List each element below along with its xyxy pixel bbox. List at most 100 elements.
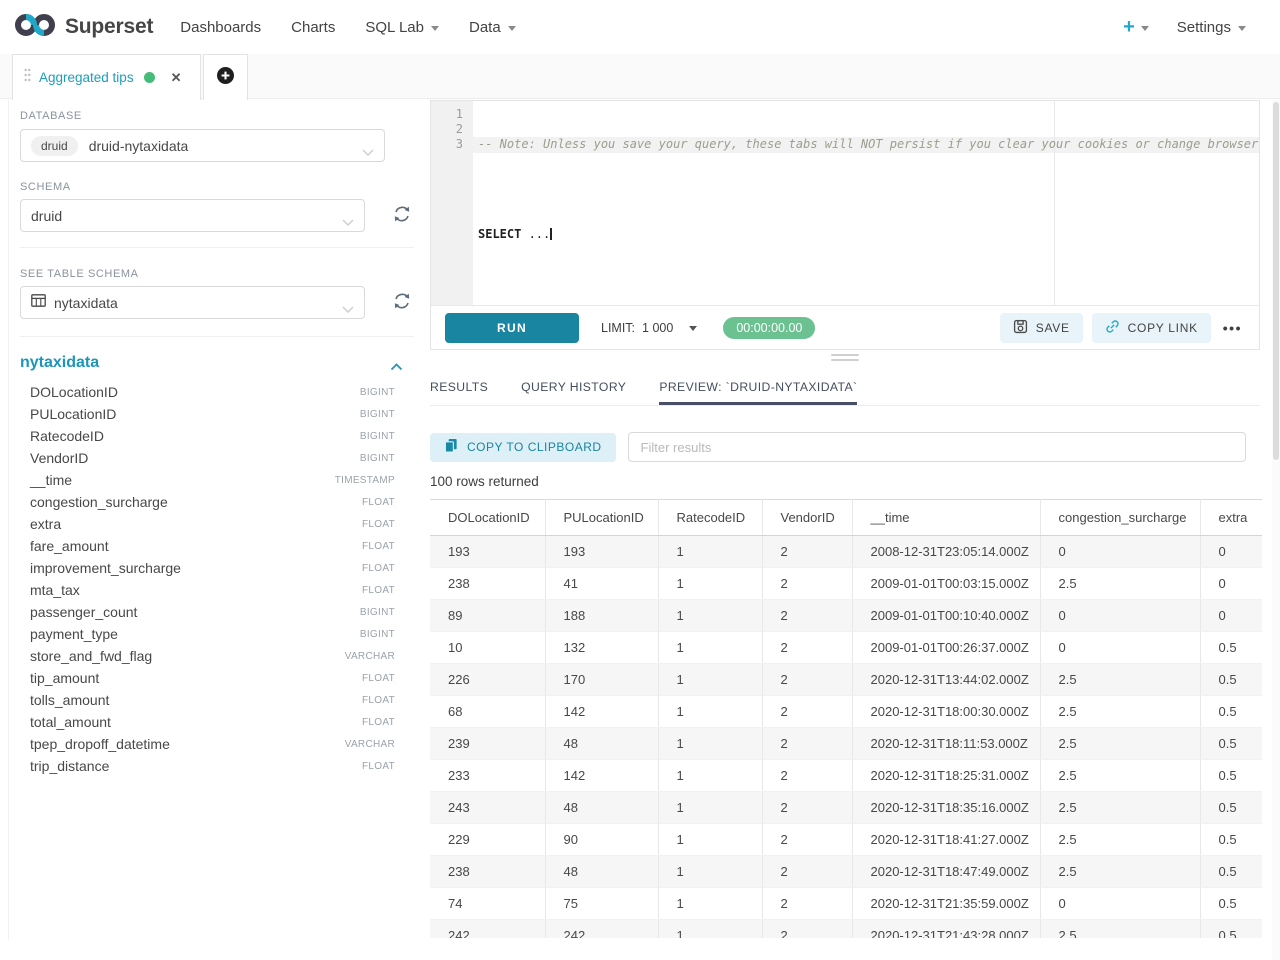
table-column-row[interactable]: store_and_fwd_flag VARCHAR [20,645,395,667]
table-cell: 239 [430,728,545,760]
column-header-cell[interactable]: congestion_surcharge [1040,500,1200,536]
table-column-row[interactable]: RatecodeID BIGINT [20,425,395,447]
pane-resize-handle[interactable] [430,354,1260,361]
nav-item-label: Data [469,19,501,36]
table-column-row[interactable]: improvement_surcharge FLOAT [20,557,395,579]
copy-link-button[interactable]: COPY LINK [1092,313,1211,343]
copy-to-clipboard-label: COPY TO CLIPBOARD [467,440,602,454]
table-column-row[interactable]: payment_type BIGINT [20,623,395,645]
nav-item-dashboards[interactable]: Dashboards [165,0,276,54]
table-cell: 2 [762,632,852,664]
scrollbar-thumb[interactable] [1273,102,1279,460]
table-column-row[interactable]: DOLocationID BIGINT [20,381,395,403]
table-column-row[interactable]: total_amount FLOAT [20,711,395,733]
refresh-tables-button[interactable] [391,291,413,313]
table-cell: 0.5 [1200,888,1262,920]
run-query-button[interactable]: RUN [445,313,579,343]
chevron-down-icon [362,143,374,161]
table-cell: 193 [430,536,545,568]
close-icon[interactable]: ✕ [171,70,182,86]
table-cell: 2 [762,760,852,792]
tab-results[interactable]: RESULTS [430,368,488,405]
column-header-cell[interactable]: __time [852,500,1040,536]
table-column-row[interactable]: tpep_dropoff_datetime VARCHAR [20,733,395,755]
sql-code-editor[interactable]: 1 2 3 -- Note: Unless you save your quer… [431,101,1259,305]
table-column-row[interactable]: fare_amount FLOAT [20,535,395,557]
query-timer-badge: 00:00:00.00 [723,317,815,339]
table-column-row[interactable]: mta_tax FLOAT [20,579,395,601]
column-header-cell[interactable]: RatecodeID [658,500,762,536]
column-name: total_amount [30,714,111,730]
results-table: DOLocationID PULocationID RatecodeID Ven… [430,499,1262,938]
table-row: 242 242 1 2 2020-12-31T21:43:28.000Z 2.5… [430,920,1262,939]
chevron-up-icon[interactable] [390,359,403,374]
table-column-row[interactable]: extra FLOAT [20,513,395,535]
schema-select[interactable]: druid [20,199,365,232]
table-cell: 132 [545,632,658,664]
add-tab-icon [216,66,235,90]
column-name: mta_tax [30,582,80,598]
column-header-cell[interactable]: DOLocationID [430,500,545,536]
save-query-button[interactable]: SAVE [1000,313,1083,343]
nav-item-label: Charts [291,19,335,36]
table-cell: 0.5 [1200,632,1262,664]
table-row: 243 48 1 2 2020-12-31T18:35:16.000Z 2.5 … [430,792,1262,824]
tab-preview-druid-nytaxidata[interactable]: PREVIEW: `DRUID-NYTAXIDATA` [659,368,857,405]
column-header-cell[interactable]: PULocationID [545,500,658,536]
table-cell: 2.5 [1040,792,1200,824]
database-select[interactable]: druid druid-nytaxidata [20,129,385,162]
table-row: 68 142 1 2 2020-12-31T18:00:30.000Z 2.5 … [430,696,1262,728]
table-cell: 1 [658,920,762,939]
drag-grip-icon[interactable] [24,67,31,88]
table-column-row[interactable]: tip_amount FLOAT [20,667,395,689]
table-cell: 90 [545,824,658,856]
table-cell: 188 [545,600,658,632]
database-dialect-badge: druid [31,136,78,156]
table-column-row[interactable]: congestion_surcharge FLOAT [20,491,395,513]
table-cell: 242 [430,920,545,939]
table-column-row[interactable]: VendorID BIGINT [20,447,395,469]
column-header-cell[interactable]: extra [1200,500,1262,536]
table-cell: 0.5 [1200,760,1262,792]
table-schema-title[interactable]: nytaxidata [20,354,99,372]
table-cell: 2020-12-31T18:47:49.000Z [852,856,1040,888]
superset-logo[interactable]: Superset [14,11,153,44]
copy-to-clipboard-button[interactable]: COPY TO CLIPBOARD [430,433,616,462]
more-actions-button[interactable]: ••• [1220,320,1245,336]
table-column-row[interactable]: __time TIMESTAMP [20,469,395,491]
table-cell: 1 [658,760,762,792]
table-column-row[interactable]: passenger_count BIGINT [20,601,395,623]
table-column-row[interactable]: PULocationID BIGINT [20,403,395,425]
nav-item-sql-lab[interactable]: SQL Lab [350,0,454,54]
filter-results-input[interactable] [628,432,1246,462]
nav-item-label: Dashboards [180,19,261,36]
results-toolbar: COPY TO CLIPBOARD [430,432,1246,462]
main-menu: Dashboards Charts SQL Lab Data [165,0,530,54]
table-column-row[interactable]: tolls_amount FLOAT [20,689,395,711]
table-cell: 0.5 [1200,696,1262,728]
refresh-schemas-button[interactable] [391,204,413,226]
tab-query-history[interactable]: QUERY HISTORY [521,368,626,405]
column-header-cell[interactable]: VendorID [762,500,852,536]
query-tabbar: Aggregated tips ✕ [0,54,1280,99]
settings-menu[interactable]: Settings [1177,19,1246,36]
query-tab-aggregated-tips[interactable]: Aggregated tips ✕ [12,54,201,100]
vertical-scrollbar[interactable] [1272,100,1280,960]
table-cell: 243 [430,792,545,824]
query-status-dot [144,72,155,83]
editor-toolbar: RUN LIMIT: 1 000 00:00:00.00 SAVE [431,305,1259,349]
new-item-menu[interactable]: + [1123,17,1149,37]
column-name: passenger_count [30,604,137,620]
nav-item-data[interactable]: Data [454,0,531,54]
add-tab-button[interactable] [203,54,248,100]
column-type: FLOAT [362,673,395,684]
table-column-row[interactable]: trip_distance FLOAT [20,755,395,777]
table-cell: 2.5 [1040,760,1200,792]
table-cell: 1 [658,856,762,888]
table-cell: 242 [545,920,658,939]
limit-dropdown[interactable]: LIMIT: 1 000 [601,321,697,335]
sql-lab-sidebar: DATABASE druid druid-nytaxidata SCHEMA d… [0,100,430,960]
table-schema-select[interactable]: nytaxidata [20,286,365,319]
table-cell: 75 [545,888,658,920]
nav-item-charts[interactable]: Charts [276,0,350,54]
